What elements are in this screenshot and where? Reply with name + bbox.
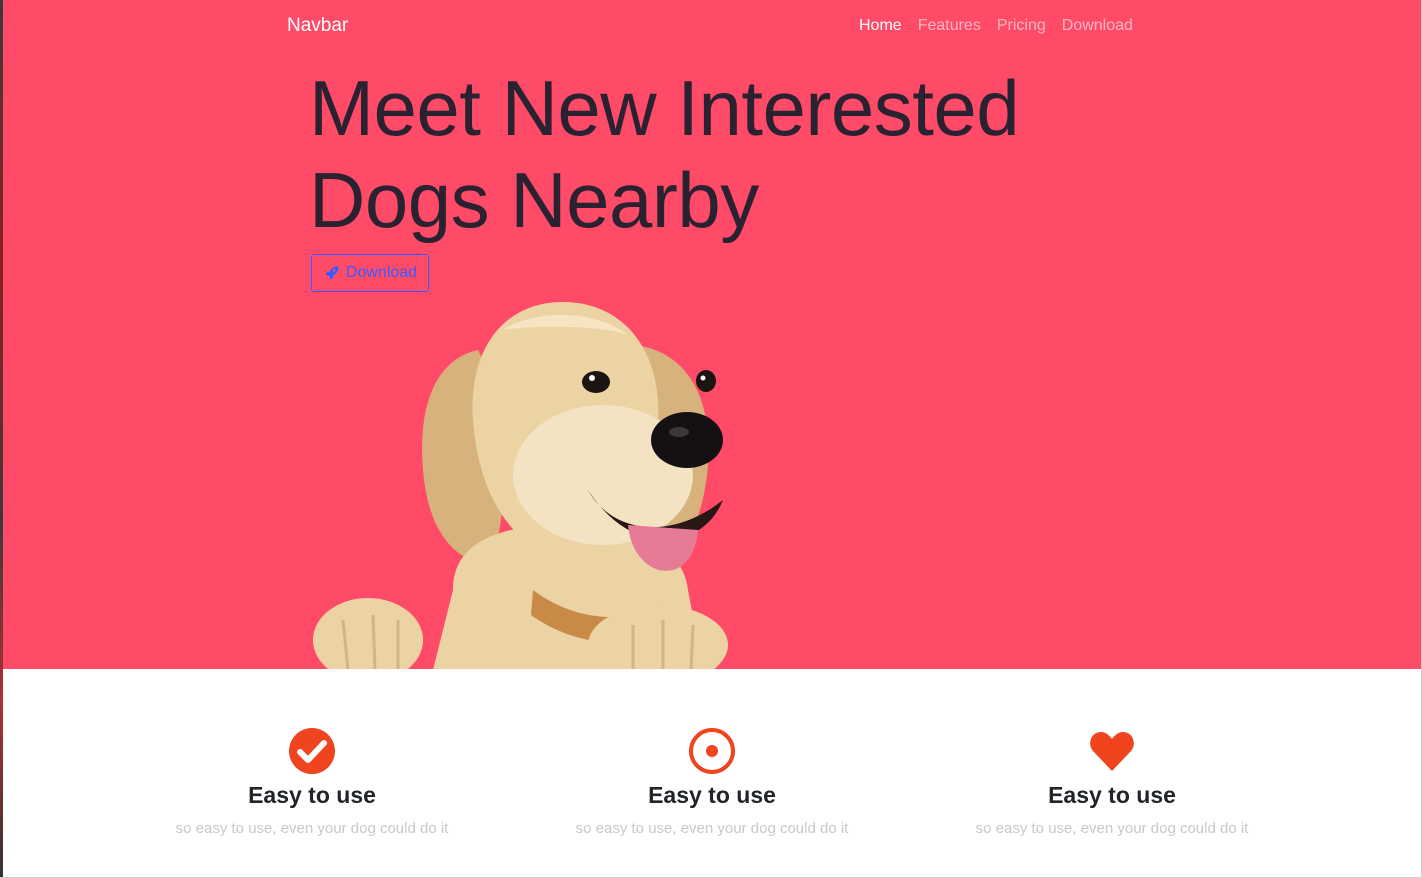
navbar-brand[interactable]: Navbar (287, 15, 348, 37)
nav-link-home[interactable]: Home (851, 17, 910, 35)
hero-title: Meet New Interested Dogs Nearby (309, 64, 1020, 244)
heart-icon (1090, 732, 1134, 771)
feature-title: Easy to use (648, 782, 776, 808)
feature-title: Easy to use (1048, 782, 1176, 808)
nav-link-pricing[interactable]: Pricing (989, 17, 1054, 35)
download-button[interactable]: Download (311, 254, 429, 292)
nav-link-features[interactable]: Features (910, 17, 989, 35)
page: Navbar Home Features Pricing Download Me… (0, 0, 1422, 878)
feature-item: Easy to use so easy to use, even your do… (912, 727, 1312, 837)
rocket-icon (325, 266, 339, 280)
puppy-image (313, 302, 728, 669)
feature-text: so easy to use, even your dog could do i… (975, 820, 1249, 837)
download-button-label: Download (345, 264, 418, 281)
hero-section: Navbar Home Features Pricing Download Me… (3, 0, 1421, 669)
feature-item: Easy to use so easy to use, even your do… (112, 727, 512, 837)
feature-title: Easy to use (248, 782, 376, 808)
bullseye-icon (689, 728, 735, 774)
feature-item: Easy to use so easy to use, even your do… (512, 727, 912, 837)
nav-link-download[interactable]: Download (1054, 17, 1141, 35)
feature-text: so easy to use, even your dog could do i… (175, 820, 449, 837)
navbar-links: Home Features Pricing Download (851, 17, 1141, 35)
check-circle-icon (289, 728, 335, 774)
features-section: Easy to use so easy to use, even your do… (0, 669, 1422, 877)
feature-text: so easy to use, even your dog could do i… (575, 820, 849, 837)
